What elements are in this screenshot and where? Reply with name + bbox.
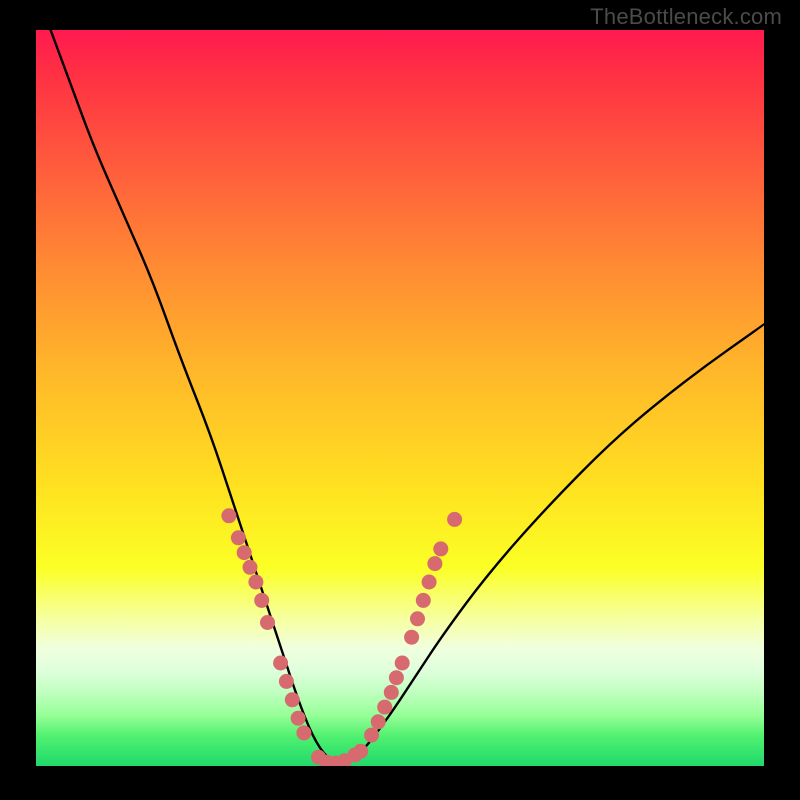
watermark-label: TheBottleneck.com xyxy=(590,4,782,30)
data-dot xyxy=(404,630,419,645)
data-dot xyxy=(243,560,258,575)
data-dot xyxy=(371,714,386,729)
data-dot xyxy=(433,541,448,556)
data-dot xyxy=(364,728,379,743)
data-dot xyxy=(285,692,300,707)
data-dot xyxy=(377,700,392,715)
data-dot xyxy=(427,556,442,571)
data-dot xyxy=(260,615,275,630)
data-dot xyxy=(291,711,306,726)
data-dot xyxy=(410,611,425,626)
data-dot xyxy=(422,575,437,590)
plot-area xyxy=(36,30,764,766)
data-dot xyxy=(395,656,410,671)
data-dot xyxy=(237,545,252,560)
data-dot xyxy=(221,508,236,523)
data-dot xyxy=(279,674,294,689)
data-dot xyxy=(231,530,246,545)
data-dot xyxy=(273,656,288,671)
data-dot xyxy=(384,685,399,700)
chart-frame: TheBottleneck.com xyxy=(0,0,800,800)
data-dot xyxy=(296,725,311,740)
data-dot xyxy=(248,575,263,590)
bottleneck-curve xyxy=(51,30,764,763)
data-dot xyxy=(389,670,404,685)
data-dots xyxy=(221,508,462,766)
data-dot xyxy=(254,593,269,608)
data-dot xyxy=(416,593,431,608)
data-dot xyxy=(353,744,368,759)
data-dot xyxy=(447,512,462,527)
chart-svg xyxy=(36,30,764,766)
